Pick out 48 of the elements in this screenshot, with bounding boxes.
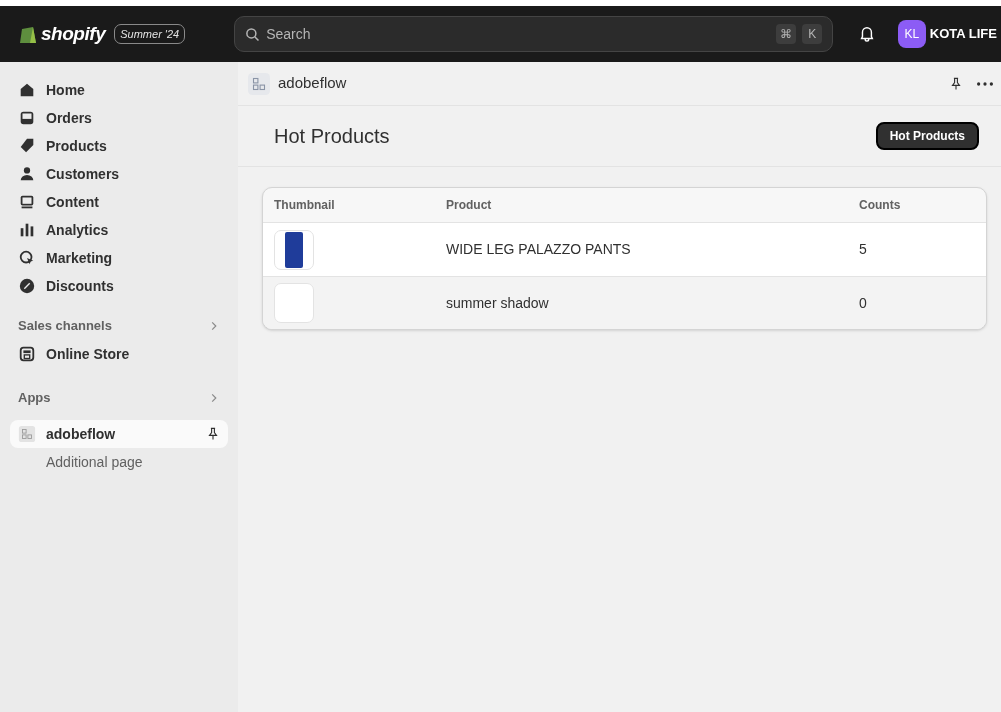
- pin-icon: [949, 76, 963, 91]
- tag-icon: [18, 137, 36, 155]
- nav-item[interactable]: Orders: [10, 104, 228, 132]
- nav-item[interactable]: Customers: [10, 160, 228, 188]
- target-icon: [18, 249, 36, 267]
- store-name[interactable]: KOTA LIFE: [929, 24, 997, 44]
- logo-text: shopify: [41, 21, 106, 46]
- photo-placeholder: [285, 231, 303, 268]
- bell-icon: [858, 25, 876, 43]
- bar-chart-icon: [18, 221, 36, 239]
- search-input[interactable]: Search: [266, 23, 771, 45]
- home-icon: [18, 81, 36, 99]
- nav-subitem[interactable]: Additional page: [10, 448, 228, 476]
- table-cell-text: 0: [859, 293, 868, 313]
- section-title[interactable]: Sales channels: [18, 316, 208, 336]
- inbox-icon: [18, 109, 36, 127]
- nav-item[interactable]: Discounts: [10, 272, 228, 300]
- app-icon: [248, 72, 270, 95]
- table-cell-text: summer shadow: [446, 293, 550, 313]
- nav-item[interactable]: Analytics: [10, 216, 228, 244]
- nav-item[interactable]: Home: [10, 76, 228, 104]
- table-row[interactable]: summer shadow 0: [263, 276, 986, 329]
- hot-products-button[interactable]: Hot Products: [875, 122, 979, 150]
- version-badge: Summer '24: [114, 23, 186, 45]
- nav-item[interactable]: Products: [10, 132, 228, 160]
- storefront-icon: [18, 345, 36, 363]
- nav-item[interactable]: Content: [10, 188, 228, 216]
- search-icon: [245, 26, 261, 42]
- section-title[interactable]: Apps: [18, 388, 208, 408]
- nav-item[interactable]: Marketing: [10, 244, 228, 272]
- avatar[interactable]: KL: [898, 20, 926, 48]
- column-header: Counts: [859, 197, 902, 214]
- table-row[interactable]: WIDE LEG PALAZZO PANTS 5: [263, 223, 986, 276]
- search-field[interactable]: Search ⌘ K: [234, 16, 834, 52]
- app-nav-item[interactable]: adobeflow: [10, 420, 228, 448]
- page-title: Hot Products: [274, 124, 391, 149]
- table-cell-text: WIDE LEG PALAZZO PANTS: [446, 240, 632, 259]
- keyboard-key: ⌘: [776, 24, 797, 44]
- column-header: Product: [446, 197, 493, 214]
- person-icon: [18, 165, 36, 183]
- more-icon: [977, 81, 993, 86]
- app-icon: [18, 425, 36, 443]
- table-cell-text: 5: [859, 240, 868, 259]
- keyboard-key: K: [802, 24, 823, 44]
- app-title: adobeflow: [278, 73, 348, 94]
- column-header: Thumbnail: [274, 197, 336, 214]
- pin-icon: [206, 427, 220, 441]
- nav-item[interactable]: Online Store: [10, 340, 228, 368]
